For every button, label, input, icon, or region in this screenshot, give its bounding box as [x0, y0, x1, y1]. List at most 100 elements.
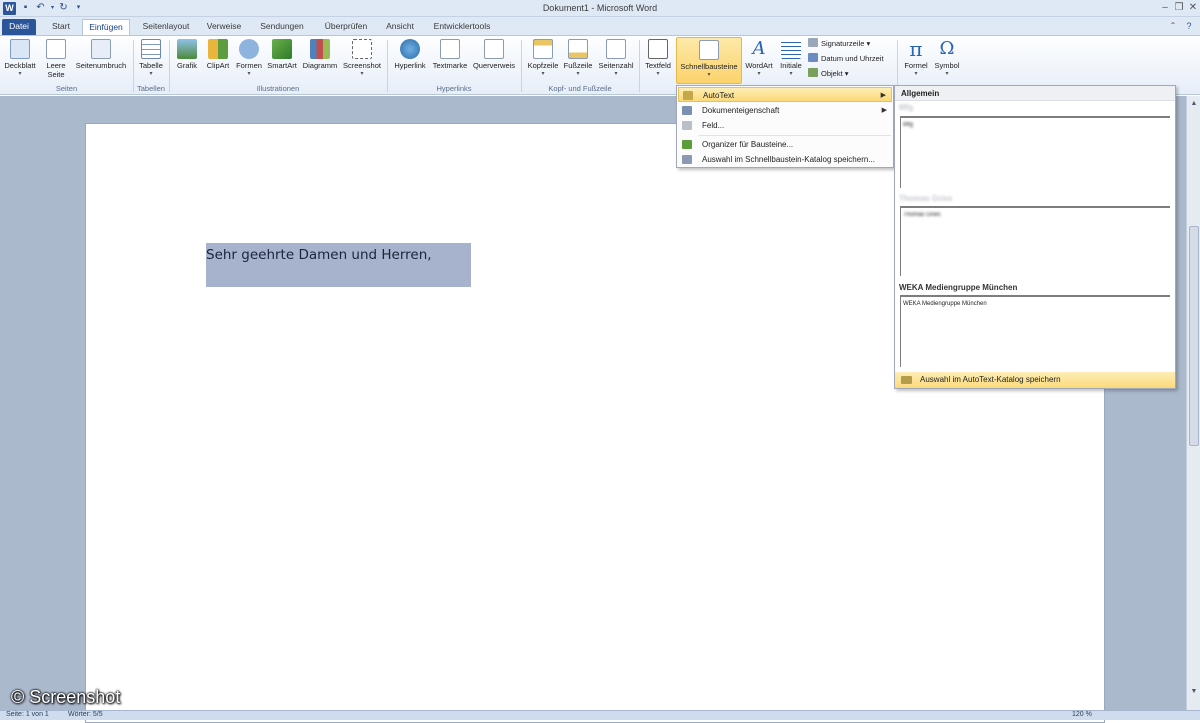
signature-line-icon: [808, 38, 818, 47]
kopfzeile-button[interactable]: Kopfzeile ▾: [525, 39, 561, 79]
group-label-kopf-fusszeile: Kopf- und Fußzeile: [548, 84, 612, 93]
autotext-entry-title: Mfg: [899, 103, 914, 112]
vertical-scrollbar[interactable]: ▲ ▼: [1186, 96, 1200, 710]
seitenzahl-button[interactable]: Seitenzahl ▾: [595, 39, 637, 79]
signaturzeile-label: Signaturzeile: [821, 39, 865, 48]
objekt-label: Objekt: [821, 69, 843, 78]
chevron-down-icon: ▾: [844, 69, 849, 78]
wordart-button[interactable]: A WordArt ▾: [743, 39, 775, 79]
clipart-label: ClipArt: [206, 61, 230, 70]
tab-start[interactable]: Start: [44, 19, 78, 35]
chevron-down-icon: ▾: [541, 71, 545, 77]
chevron-right-icon: ▶: [880, 92, 886, 99]
wordart-icon: A: [752, 38, 766, 59]
minimize-icon[interactable]: –: [1158, 1, 1172, 15]
tab-ueberpruefen[interactable]: Überprüfen: [318, 19, 374, 35]
menu-item-label: Organizer für Bausteine...: [702, 140, 794, 149]
scroll-up-icon[interactable]: ▲: [1188, 98, 1200, 110]
calendar-icon: [808, 53, 818, 62]
diagramm-button[interactable]: Diagramm: [300, 39, 340, 70]
close-icon[interactable]: ✕: [1186, 1, 1200, 15]
cover-page-icon: [10, 39, 30, 59]
document-text[interactable]: Sehr geehrte Damen und Herren,: [206, 247, 432, 263]
clipart-button[interactable]: ClipArt: [204, 39, 232, 70]
grafik-button[interactable]: Grafik: [174, 39, 200, 70]
formel-button[interactable]: π Formel ▾: [901, 39, 931, 79]
formen-button[interactable]: Formen ▾: [234, 39, 264, 79]
seitenzahl-label: Seitenzahl: [598, 61, 634, 70]
autotext-preview: Thomas Gries: [903, 212, 941, 218]
gallery-header: Allgemein: [895, 86, 1175, 101]
pi-icon: π: [909, 37, 923, 61]
save-selection-icon: [682, 155, 692, 164]
tab-datei[interactable]: Datei: [2, 19, 36, 35]
chevron-down-icon: ▾: [149, 71, 153, 77]
autotext-entry-2[interactable]: Thomas Gries: [900, 206, 1170, 276]
chevron-down-icon: ▾: [614, 71, 618, 77]
minimize-ribbon-icon[interactable]: ⌃: [1166, 19, 1180, 33]
tab-entwicklertools[interactable]: Entwicklertools: [428, 19, 496, 35]
screenshot-button[interactable]: Screenshot ▾: [341, 39, 383, 79]
word-count[interactable]: Wörter: 5/5: [68, 711, 103, 718]
chevron-down-icon: ▾: [707, 72, 711, 78]
symbol-button[interactable]: Ω Symbol ▾: [933, 39, 961, 79]
leere-seite-label: Leere Seite: [46, 61, 66, 79]
schnellbausteine-label: Schnellbausteine: [680, 62, 738, 71]
textmarke-button[interactable]: Textmarke: [430, 39, 470, 70]
schnellbausteine-menu: AutoText ▶ Dokumenteigenschaft ▶ Feld... O…: [676, 85, 894, 168]
page-count[interactable]: Seite: 1 von 1: [6, 711, 49, 718]
scrollbar-thumb[interactable]: [1189, 226, 1199, 446]
chevron-right-icon: ▶: [881, 107, 887, 114]
menu-item-autotext[interactable]: AutoText ▶: [678, 87, 892, 102]
tab-sendungen[interactable]: Sendungen: [254, 19, 310, 35]
zoom-level[interactable]: 120 %: [1072, 711, 1092, 718]
autotext-entry-3[interactable]: WEKA Mediengruppe München: [900, 295, 1170, 367]
menu-item-auswahl-speichern[interactable]: Auswahl im Schnellbaustein-Katalog speic…: [678, 152, 892, 167]
tab-verweise[interactable]: Verweise: [202, 19, 246, 35]
menu-item-dokumenteigenschaft[interactable]: Dokumenteigenschaft ▶: [678, 103, 892, 118]
tab-einfuegen[interactable]: Einfügen: [82, 19, 130, 35]
omega-icon: Ω: [939, 38, 955, 59]
datum-uhrzeit-button[interactable]: Datum und Uhrzeit: [808, 53, 884, 65]
menu-separator: [699, 135, 891, 136]
help-icon[interactable]: ?: [1182, 19, 1196, 33]
initiale-button[interactable]: Initiale ▾: [776, 39, 806, 79]
seitenumbruch-button[interactable]: Seitenumbruch: [72, 39, 130, 70]
menu-item-feld[interactable]: Feld...: [678, 118, 892, 133]
save-to-autotext-label: Auswahl im AutoText-Katalog speichern: [920, 375, 1061, 384]
leere-seite-button[interactable]: Leere Seite: [42, 39, 70, 79]
deckblatt-button[interactable]: Deckblatt ▾: [3, 39, 37, 79]
chevron-down-icon: ▾: [576, 71, 580, 77]
tabelle-button[interactable]: Tabelle ▾: [136, 39, 166, 79]
tab-ansicht[interactable]: Ansicht: [380, 19, 420, 35]
screenshot-icon: [352, 39, 372, 59]
quick-parts-icon: [699, 40, 719, 60]
screenshot-label: Screenshot: [343, 61, 381, 70]
hyperlink-label: Hyperlink: [394, 61, 426, 70]
object-icon: [808, 68, 818, 77]
chevron-down-icon: ▾: [360, 71, 364, 77]
cross-reference-icon: [484, 39, 504, 59]
table-icon: [141, 39, 161, 59]
status-bar: Seite: 1 von 1 Wörter: 5/5 120 %: [0, 710, 1200, 720]
signaturzeile-button[interactable]: Signaturzeile ▾: [808, 38, 870, 50]
objekt-button[interactable]: Objekt ▾: [808, 68, 849, 80]
tab-seitenlayout[interactable]: Seitenlayout: [136, 19, 196, 35]
smartart-button[interactable]: SmartArt: [265, 39, 299, 70]
autotext-entry-1[interactable]: Mfg: [900, 116, 1170, 188]
textfeld-button[interactable]: Textfeld ▾: [642, 39, 674, 79]
scroll-down-icon[interactable]: ▼: [1188, 686, 1200, 698]
fusszeile-button[interactable]: Fußzeile ▾: [562, 39, 594, 79]
page-number-icon: [606, 39, 626, 59]
kopfzeile-label: Kopfzeile: [527, 61, 559, 70]
formel-label: Formel: [904, 61, 928, 70]
save-to-autotext-gallery-button[interactable]: Auswahl im AutoText-Katalog speichern: [895, 372, 1175, 388]
hyperlink-button[interactable]: Hyperlink: [391, 39, 429, 70]
restore-icon[interactable]: ❐: [1172, 1, 1186, 15]
grafik-label: Grafik: [176, 61, 197, 70]
schnellbausteine-button[interactable]: Schnellbausteine ▾: [676, 37, 742, 84]
querverweis-button[interactable]: Querverweis: [471, 39, 517, 70]
group-label-seiten: Seiten: [55, 84, 78, 93]
symbol-label: Symbol: [934, 61, 960, 70]
menu-item-organizer[interactable]: Organizer für Bausteine...: [678, 137, 892, 152]
